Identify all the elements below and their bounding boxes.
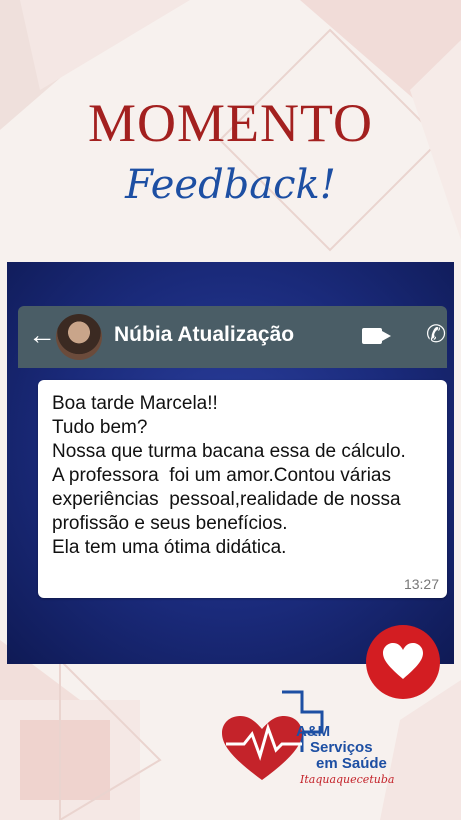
phone-icon[interactable]: ✆ [426,320,446,349]
logo-name-line2: em Saúde [316,755,387,772]
chat-header: ← Núbia Atualização ✆ [18,306,447,368]
heart-icon [383,643,423,679]
logo-city: Itaquaquecetuba [300,773,395,786]
page-subtitle: Feedback! [125,162,336,208]
back-arrow-icon[interactable]: ← [28,320,56,350]
contact-name[interactable]: Núbia Atualização [114,323,294,347]
logo-brand: A&M [296,723,331,740]
heart-badge [366,625,440,699]
message-bubble: Boa tarde Marcela!! Tudo bem? Nossa que … [38,380,447,598]
logo-name-line1: Serviços [310,739,373,756]
logo-name: Serviços em Saúde [310,740,387,772]
video-call-icon[interactable] [362,328,391,344]
page-title: MOMENTO [87,93,373,153]
message-text: Boa tarde Marcela!! Tudo bem? Nossa que … [52,393,406,558]
avatar[interactable] [56,314,102,360]
message-time: 13:27 [403,576,439,592]
